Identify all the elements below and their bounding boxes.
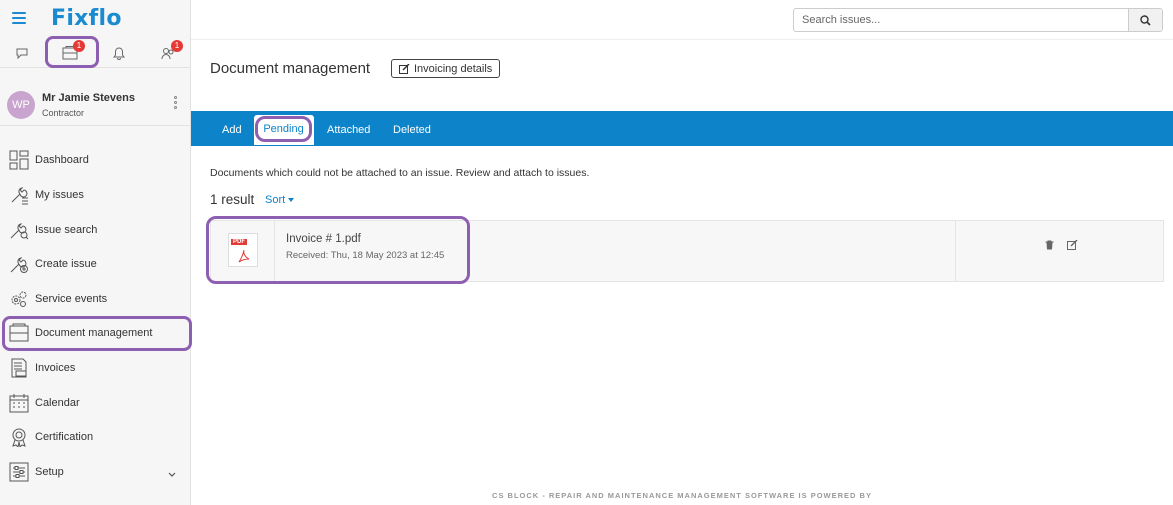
sidebar-item-label: Dashboard [35, 154, 89, 166]
search-input[interactable] [794, 9, 1128, 31]
tab-add[interactable]: Add [222, 124, 242, 136]
edit-icon [399, 63, 410, 74]
sidebar-item-certification[interactable]: Certification [0, 422, 190, 452]
sidebar-item-create-issue[interactable]: Create issue [0, 249, 190, 279]
people-icon[interactable]: 1 [158, 40, 183, 62]
brand-bar: Fixflo [0, 0, 190, 40]
wrench-search-icon [8, 219, 30, 241]
wrench-plus-icon [8, 253, 30, 275]
wrench-list-icon [8, 184, 30, 206]
sidebar-item-label: Certification [35, 431, 94, 443]
page-title: Document management [210, 60, 371, 77]
avatar: WP [7, 91, 35, 119]
logo[interactable]: Fixflo [51, 6, 122, 31]
sidebar-item-label: Issue search [35, 224, 98, 236]
sidebar-item-dashboard[interactable]: Dashboard [0, 145, 190, 175]
result-count: 1 result [210, 192, 255, 207]
tab-bar: Add Pending Attached Deleted [191, 111, 1173, 146]
tab-attached[interactable]: Attached [327, 124, 370, 136]
document-actions [955, 221, 1165, 281]
sidebar-item-label: Invoices [35, 362, 76, 374]
user-name: Mr Jamie Stevens [42, 92, 135, 104]
sort-label: Sort [265, 194, 286, 206]
sidebar-item-service-events[interactable]: Service events [0, 284, 190, 314]
hamburger-menu-icon[interactable] [12, 12, 26, 24]
user-role: Contractor [42, 108, 85, 118]
invoicing-details-button[interactable]: Invoicing details [391, 59, 501, 78]
certificate-icon [8, 426, 30, 448]
more-options-icon[interactable] [174, 96, 178, 111]
tab-pending-label: Pending [263, 123, 304, 135]
highlight-annotation [45, 36, 99, 68]
search-button[interactable] [1128, 9, 1162, 31]
sidebar-item-label: Calendar [35, 397, 80, 409]
sidebar-item-label: Setup [35, 466, 64, 478]
search-box [793, 8, 1163, 32]
sliders-icon [8, 461, 30, 483]
calendar-icon [8, 392, 30, 414]
notification-badge: 1 [171, 40, 183, 52]
sort-dropdown[interactable]: Sort [265, 194, 295, 206]
invoicing-details-label: Invoicing details [414, 62, 493, 75]
highlight-annotation [2, 316, 192, 351]
sidebar-item-issue-search[interactable]: Issue search [0, 215, 190, 245]
chevron-down-icon[interactable] [168, 467, 176, 481]
sidebar-item-label: Service events [35, 293, 108, 305]
sidebar-item-invoices[interactable]: Invoices [0, 353, 190, 383]
sidebar-item-setup[interactable]: Setup [0, 457, 190, 487]
caret-down-icon [288, 198, 295, 203]
sidebar: Fixflo 1 1 WP Mr Jamie Stevens Contracto… [0, 0, 192, 505]
user-panel[interactable]: WP Mr Jamie Stevens Contractor [0, 82, 190, 126]
tab-pending[interactable]: Pending [255, 116, 312, 142]
gears-icon [8, 288, 30, 310]
pending-description: Documents which could not be attached to… [210, 167, 590, 179]
dashboard-icon [8, 149, 30, 171]
sidebar-item-calendar[interactable]: Calendar [0, 388, 190, 418]
footer-text: CS BLOCK - REPAIR AND MAINTENANCE MANAGE… [492, 491, 872, 500]
bell-icon[interactable] [109, 44, 129, 62]
highlight-annotation [206, 216, 470, 284]
tab-deleted[interactable]: Deleted [393, 124, 431, 136]
invoice-icon [8, 357, 30, 379]
edit-icon[interactable] [1066, 239, 1078, 251]
chat-icon[interactable] [12, 44, 32, 62]
top-bar [191, 0, 1173, 40]
search-icon [1140, 14, 1151, 26]
sidebar-item-my-issues[interactable]: My issues [0, 180, 190, 210]
sidebar-item-label: Create issue [35, 258, 97, 270]
sidebar-item-label: My issues [35, 189, 84, 201]
trash-icon[interactable] [1043, 239, 1055, 251]
